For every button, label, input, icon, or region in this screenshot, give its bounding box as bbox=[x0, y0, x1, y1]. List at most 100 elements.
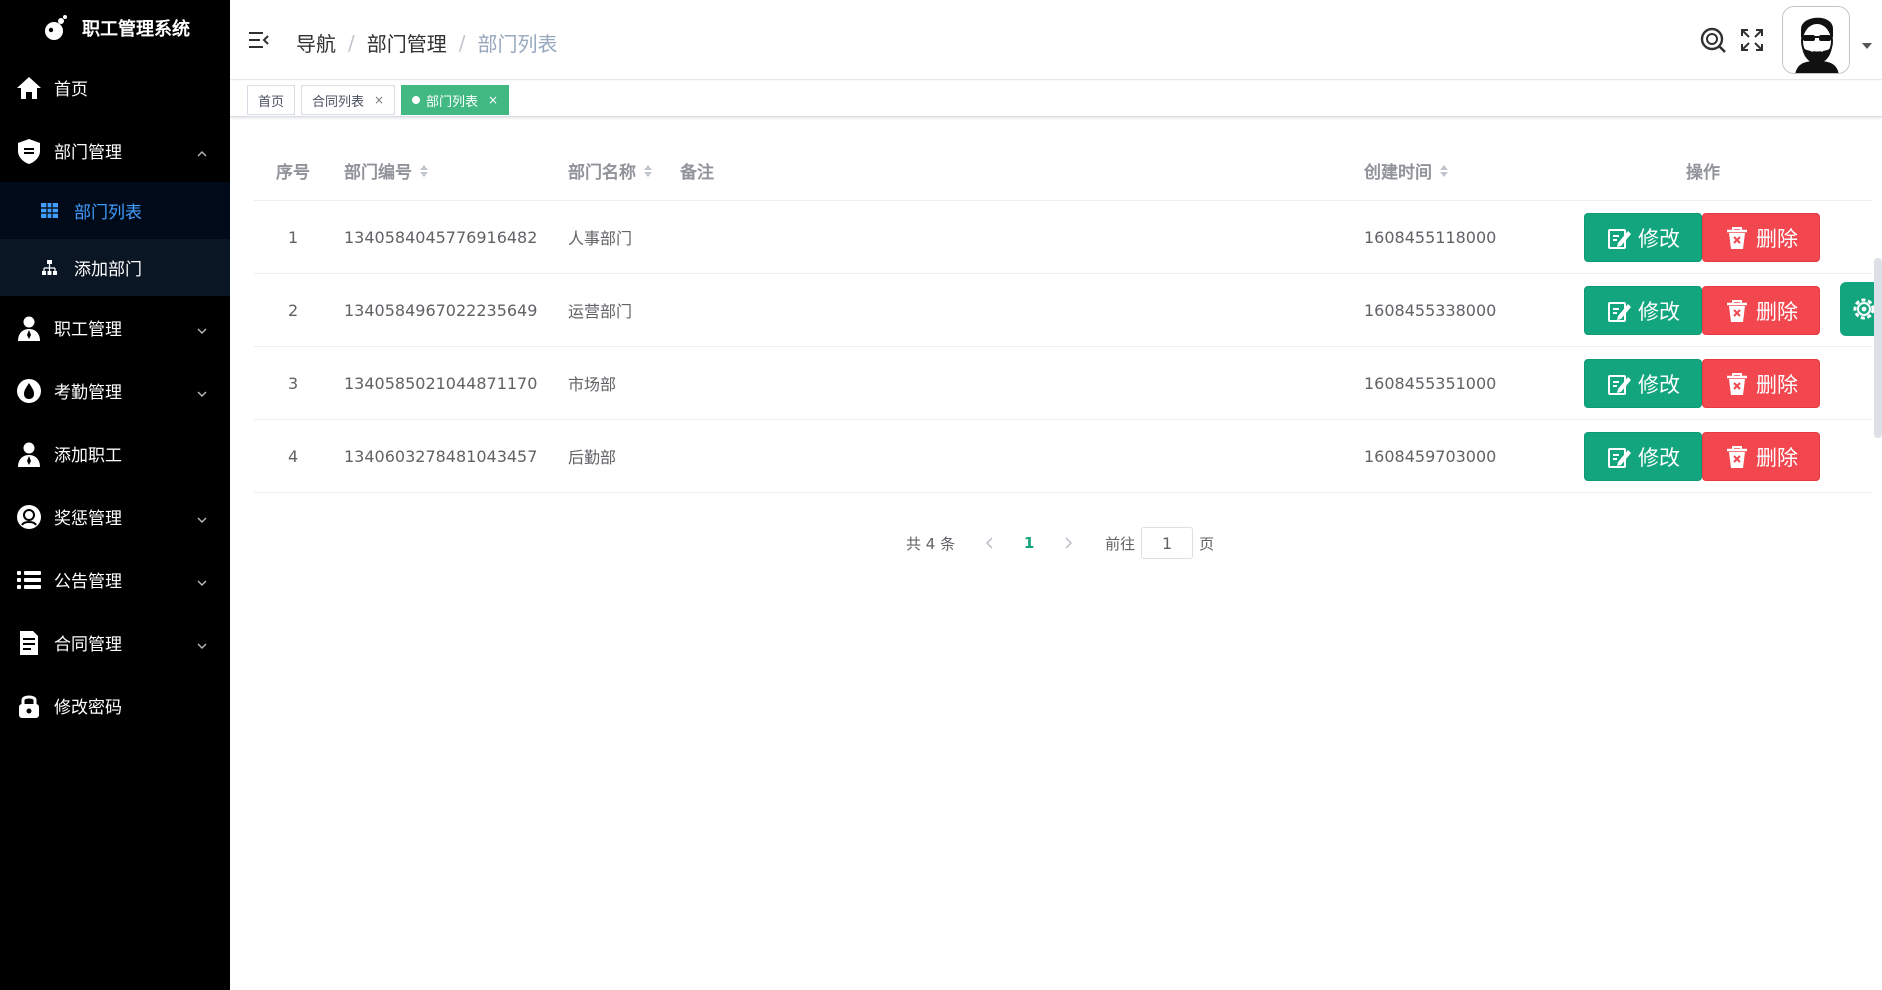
app-logo[interactable]: 职工管理系统 bbox=[0, 0, 230, 56]
column-header-created[interactable]: 创建时间 bbox=[1364, 140, 1448, 201]
sort-icon[interactable] bbox=[644, 164, 652, 177]
delete-button[interactable]: 删除 bbox=[1702, 213, 1820, 262]
fullscreen-icon[interactable] bbox=[1740, 28, 1764, 52]
pagination-unit-label: 页 bbox=[1199, 534, 1215, 553]
dept-table: 序号 部门编号 部门名称 备注 创建时间 操作 1 13405840457769… bbox=[254, 140, 1872, 493]
scrollbar-thumb[interactable] bbox=[1874, 258, 1882, 438]
sidebar-item-home[interactable]: 首页 bbox=[0, 56, 230, 119]
sidebar-item-dept-list[interactable]: 部门列表 bbox=[0, 182, 230, 239]
cell-dept-name: 市场部 bbox=[568, 375, 617, 394]
column-header-actions: 操作 bbox=[1686, 140, 1720, 201]
breadcrumb-separator: / bbox=[348, 30, 355, 55]
document-icon bbox=[14, 628, 44, 658]
list-icon bbox=[14, 565, 44, 595]
edit-button-label: 修改 bbox=[1638, 445, 1680, 470]
chevron-up-icon bbox=[196, 145, 208, 157]
breadcrumb-item[interactable]: 部门管理 bbox=[367, 28, 447, 57]
cell-index: 4 bbox=[288, 446, 299, 466]
tag-contract-list[interactable]: 合同列表 × bbox=[301, 85, 396, 115]
column-header-label: 备注 bbox=[680, 163, 714, 183]
sort-icon[interactable] bbox=[420, 164, 428, 177]
chevron-down-icon bbox=[196, 637, 208, 649]
sidebar-item-contract[interactable]: 合同管理 bbox=[0, 611, 230, 674]
cell-dept-no: 1340584045776916482 bbox=[344, 227, 538, 247]
tag-label: 合同列表 bbox=[312, 94, 365, 110]
delete-button[interactable]: 删除 bbox=[1702, 359, 1820, 408]
edit-icon bbox=[1608, 228, 1631, 249]
prev-page-icon[interactable] bbox=[973, 529, 1007, 557]
cell-index: 1 bbox=[288, 227, 299, 247]
menu-toggle-icon[interactable] bbox=[248, 30, 270, 50]
sidebar: 职工管理系统 首页 部门管理 部门列表 添加部门 职工管理 考勤管理 添加职工 … bbox=[0, 0, 230, 990]
next-page-icon[interactable] bbox=[1051, 529, 1085, 557]
dept-submenu: 部门列表 添加部门 bbox=[0, 182, 230, 296]
column-header-dept-no[interactable]: 部门编号 bbox=[344, 140, 428, 201]
close-icon[interactable]: × bbox=[488, 93, 498, 107]
sidebar-item-label: 修改密码 bbox=[54, 698, 122, 718]
sidebar-item-attendance[interactable]: 考勤管理 bbox=[0, 359, 230, 422]
cell-dept-name: 人事部门 bbox=[568, 229, 633, 248]
sidebar-item-label: 合同管理 bbox=[54, 635, 122, 655]
cell-index: 3 bbox=[288, 373, 299, 393]
column-header-index: 序号 bbox=[276, 140, 310, 201]
app-title: 职工管理系统 bbox=[82, 19, 190, 40]
sidebar-item-dept-add[interactable]: 添加部门 bbox=[0, 239, 230, 296]
breadcrumb: 导航 / 部门管理 / 部门列表 bbox=[296, 28, 558, 57]
user-icon bbox=[14, 313, 44, 343]
cell-created: 1608459703000 bbox=[1364, 446, 1497, 466]
trash-icon bbox=[1727, 445, 1747, 468]
sidebar-item-label: 首页 bbox=[54, 80, 88, 100]
breadcrumb-separator: / bbox=[458, 30, 466, 55]
trash-icon bbox=[1727, 372, 1747, 395]
grid-icon bbox=[40, 202, 58, 220]
cell-dept-no: 1340585021044871170 bbox=[344, 373, 538, 393]
sort-icon[interactable] bbox=[1440, 164, 1448, 177]
trash-icon bbox=[1727, 226, 1747, 249]
cell-created: 1608455338000 bbox=[1364, 300, 1497, 320]
pagination: 共 4 条 1 前往 页 bbox=[906, 527, 1214, 559]
caret-down-icon[interactable] bbox=[1862, 36, 1872, 49]
cell-index: 2 bbox=[288, 300, 299, 320]
tag-label: 部门列表 bbox=[426, 94, 479, 110]
sidebar-item-label: 添加部门 bbox=[74, 260, 142, 280]
sidebar-item-reward[interactable]: 奖惩管理 bbox=[0, 485, 230, 548]
page-number[interactable]: 1 bbox=[1007, 534, 1051, 552]
table-row: 2 1340584967022235649 运营部门 1608455338000… bbox=[254, 274, 1872, 347]
sidebar-item-label: 奖惩管理 bbox=[54, 509, 122, 529]
breadcrumb-item[interactable]: 导航 bbox=[296, 28, 336, 57]
trash-icon bbox=[1727, 299, 1747, 322]
badge-icon bbox=[14, 502, 44, 532]
sidebar-item-add-staff[interactable]: 添加职工 bbox=[0, 422, 230, 485]
table-row: 4 1340603278481043457 后勤部 1608459703000 … bbox=[254, 420, 1872, 493]
avatar-icon bbox=[1783, 7, 1849, 73]
delete-button[interactable]: 删除 bbox=[1702, 286, 1820, 335]
edit-button[interactable]: 修改 bbox=[1584, 432, 1702, 481]
sidebar-item-notice[interactable]: 公告管理 bbox=[0, 548, 230, 611]
column-header-dept-name[interactable]: 部门名称 bbox=[568, 140, 652, 201]
chevron-down-icon bbox=[196, 511, 208, 523]
column-header-label: 部门编号 bbox=[344, 163, 412, 183]
edit-button[interactable]: 修改 bbox=[1584, 213, 1702, 262]
sidebar-item-label: 添加职工 bbox=[54, 446, 122, 466]
page-jump-input[interactable] bbox=[1141, 527, 1194, 559]
edit-button-label: 修改 bbox=[1638, 226, 1680, 251]
user-add-icon bbox=[14, 439, 44, 469]
org-chart-icon bbox=[40, 259, 58, 277]
edit-button[interactable]: 修改 bbox=[1584, 359, 1702, 408]
delete-button[interactable]: 删除 bbox=[1702, 432, 1820, 481]
edit-icon bbox=[1608, 447, 1631, 468]
sidebar-item-label: 公告管理 bbox=[54, 572, 122, 592]
edit-button[interactable]: 修改 bbox=[1584, 286, 1702, 335]
edit-icon bbox=[1608, 301, 1631, 322]
tag-home[interactable]: 首页 bbox=[247, 85, 296, 115]
search-icon[interactable] bbox=[1699, 26, 1727, 54]
sidebar-item-staff[interactable]: 职工管理 bbox=[0, 296, 230, 359]
close-icon[interactable]: × bbox=[374, 93, 384, 107]
cell-created: 1608455118000 bbox=[1364, 227, 1497, 247]
sidebar-item-dept[interactable]: 部门管理 bbox=[0, 119, 230, 182]
pagination-total: 共 4 条 bbox=[906, 534, 956, 553]
tag-dept-list[interactable]: 部门列表 × bbox=[401, 85, 510, 115]
avatar[interactable] bbox=[1782, 6, 1850, 74]
cell-dept-no: 1340584967022235649 bbox=[344, 300, 538, 320]
sidebar-item-password[interactable]: 修改密码 bbox=[0, 674, 230, 737]
